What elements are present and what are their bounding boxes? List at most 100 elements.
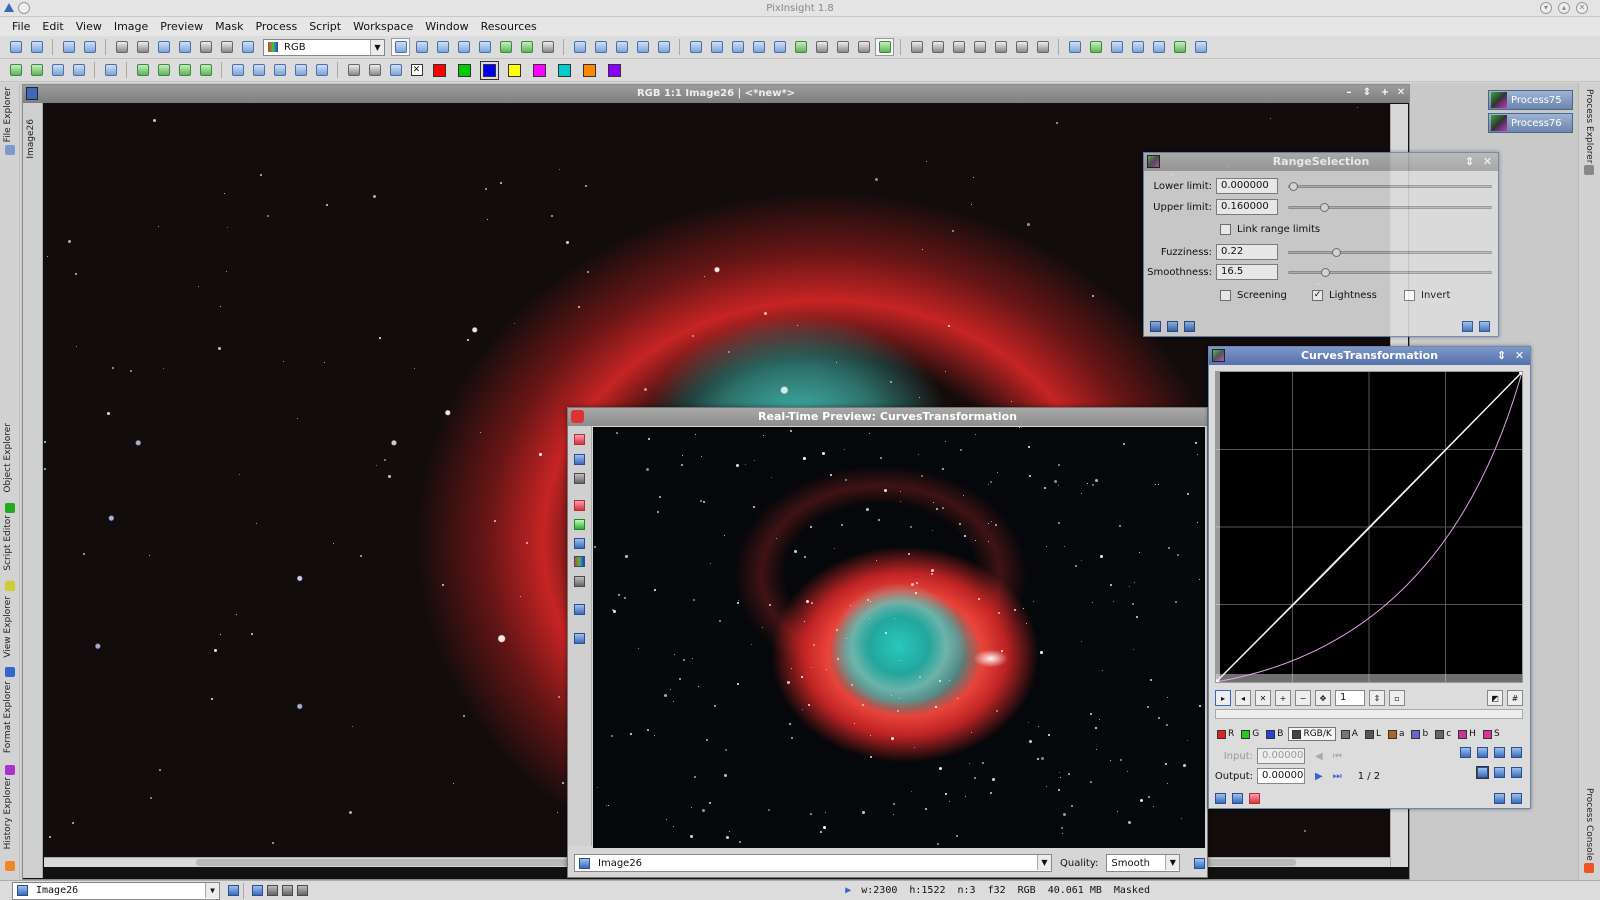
zoom-1-2-button[interactable] xyxy=(633,38,652,56)
tab-process-explorer[interactable]: Process Explorer xyxy=(1584,89,1594,163)
mirror-v-button[interactable] xyxy=(312,61,331,79)
edit-preview-button[interactable] xyxy=(517,38,536,56)
zoom-stepper[interactable]: ⇕ xyxy=(1369,690,1385,706)
flip-a-button[interactable] xyxy=(228,61,247,79)
lower-limit-input[interactable]: 0.000000 xyxy=(1216,178,1278,194)
image-vertical-tab[interactable]: Image26 xyxy=(23,103,43,878)
flip-c-button[interactable] xyxy=(270,61,289,79)
icon-g-button[interactable] xyxy=(1033,38,1052,56)
swatch-red[interactable] xyxy=(433,63,446,77)
shade-icon[interactable]: ⇕ xyxy=(1495,349,1508,362)
channel-rgbk[interactable]: RGB/K xyxy=(1288,727,1336,741)
zoom-mode-button[interactable] xyxy=(412,38,431,56)
tab-view-explorer[interactable]: View Explorer xyxy=(3,596,13,658)
tab-format-explorer[interactable]: Format Explorer xyxy=(3,681,13,753)
lightness-checkbox[interactable]: ✓ xyxy=(1312,289,1323,301)
gear-icon[interactable] xyxy=(574,434,585,445)
zoom-fit-button[interactable] xyxy=(654,38,673,56)
reset-zoom-icon[interactable]: ▫ xyxy=(1389,690,1405,706)
maximize-icon[interactable]: ▴ xyxy=(1558,2,1570,14)
upper-limit-slider[interactable] xyxy=(1288,203,1492,212)
first-point-icon[interactable]: ⏮ xyxy=(1333,751,1342,762)
image-id-tab[interactable]: Image26 xyxy=(26,119,36,159)
icon-c-button[interactable] xyxy=(949,38,968,56)
auto-stretch-button[interactable] xyxy=(154,38,173,56)
reset-icon[interactable] xyxy=(1511,792,1522,804)
close-icon[interactable]: ✕ xyxy=(1395,87,1407,100)
browse-doc-icon[interactable] xyxy=(1494,792,1505,804)
swatch-orange[interactable] xyxy=(583,63,596,77)
menu-script[interactable]: Script xyxy=(303,20,347,33)
geometry-c-button[interactable] xyxy=(48,61,67,79)
mask-enable-button[interactable] xyxy=(238,38,257,56)
stf-icon[interactable] xyxy=(574,454,585,465)
highlight-button[interactable] xyxy=(875,38,894,56)
cubic-spline-icon[interactable] xyxy=(1494,767,1505,778)
swatch-green[interactable] xyxy=(458,63,471,77)
zoom-out-button[interactable] xyxy=(591,38,610,56)
flip-b-button[interactable] xyxy=(249,61,268,79)
swatch-violet[interactable] xyxy=(608,63,621,77)
channel-a[interactable]: A xyxy=(1339,729,1360,739)
mask-show-button[interactable] xyxy=(196,38,215,56)
range-selection-titlebar[interactable]: RangeSelection ⇕ ✕ xyxy=(1144,153,1498,171)
channel-l-icon[interactable] xyxy=(574,576,585,587)
app-menu-icon[interactable] xyxy=(18,2,30,14)
channel-r-icon[interactable] xyxy=(574,500,585,511)
icon-b-button[interactable] xyxy=(928,38,947,56)
geometry-b-button[interactable] xyxy=(27,61,46,79)
swatch-magenta[interactable] xyxy=(533,63,546,77)
channel-a-star[interactable]: a xyxy=(1386,729,1407,739)
new-preview-button[interactable] xyxy=(496,38,515,56)
reset-stf-button[interactable] xyxy=(175,38,194,56)
close-icon[interactable]: ✕ xyxy=(1481,155,1494,168)
display-red-icon[interactable] xyxy=(267,885,278,896)
close-icon[interactable]: ✕ xyxy=(1576,2,1588,14)
fuzziness-input[interactable]: 0.22 xyxy=(1216,244,1278,260)
shade-icon[interactable]: ⇕ xyxy=(1463,155,1476,168)
apply-global-icon[interactable] xyxy=(1184,320,1195,332)
curves-hscroll[interactable] xyxy=(1215,709,1523,719)
maximize-icon[interactable]: + xyxy=(1379,87,1391,100)
iconize-icon[interactable]: ⇕ xyxy=(1361,87,1373,100)
tab-object-explorer[interactable]: Object Explorer xyxy=(3,423,13,493)
tile-button[interactable] xyxy=(728,38,747,56)
cascade-button[interactable] xyxy=(707,38,726,56)
new-instance-icon[interactable] xyxy=(1150,320,1161,332)
channel-l[interactable]: L xyxy=(1363,729,1383,739)
tab-script-editor[interactable]: Script Editor xyxy=(3,515,13,571)
pointer-button[interactable] xyxy=(538,38,557,56)
apply-icon[interactable] xyxy=(1167,320,1178,332)
stf-linked-button[interactable] xyxy=(133,38,152,56)
undo-button[interactable] xyxy=(6,38,25,56)
script-c-button[interactable] xyxy=(1107,38,1126,56)
realtime-preview-canvas[interactable] xyxy=(593,427,1205,848)
menu-window[interactable]: Window xyxy=(419,20,474,33)
script-f-button[interactable] xyxy=(1170,38,1189,56)
minimize-icon[interactable]: ▾ xyxy=(1540,2,1552,14)
menu-view[interactable]: View xyxy=(70,20,108,33)
mask-invert-button[interactable] xyxy=(217,38,236,56)
swatch-blue[interactable] xyxy=(480,60,499,80)
duplicate-icon[interactable] xyxy=(574,473,585,484)
view-identifier-icon[interactable] xyxy=(228,885,239,896)
image-window-titlebar[interactable]: RGB 1:1 Image26 | <*new*> – ⇕ + ✕ xyxy=(23,85,1409,103)
smoothness-input[interactable]: 16.5 xyxy=(1216,264,1278,280)
channel-b-icon[interactable] xyxy=(574,538,585,549)
show-grid-icon[interactable]: # xyxy=(1507,690,1523,706)
window-2-button[interactable] xyxy=(833,38,852,56)
browse-doc-icon[interactable] xyxy=(1462,320,1473,332)
curves-titlebar[interactable]: CurvesTransformation ⇕ ✕ xyxy=(1209,347,1530,365)
stf-button[interactable] xyxy=(112,38,131,56)
shade-icon[interactable]: – xyxy=(1343,87,1355,100)
dynamic-op-button[interactable] xyxy=(475,38,494,56)
geometry-d-button[interactable] xyxy=(69,61,88,79)
channel-g-icon[interactable] xyxy=(574,519,585,530)
zoom-fit-icon[interactable] xyxy=(574,604,585,615)
channel-b-star[interactable]: b xyxy=(1409,729,1430,739)
readout-mode-button[interactable] xyxy=(433,38,452,56)
channel-b[interactable]: B xyxy=(1264,729,1285,739)
reset-curve-icon[interactable] xyxy=(1511,747,1522,758)
gray-b-button[interactable] xyxy=(365,61,384,79)
window-1-button[interactable] xyxy=(812,38,831,56)
